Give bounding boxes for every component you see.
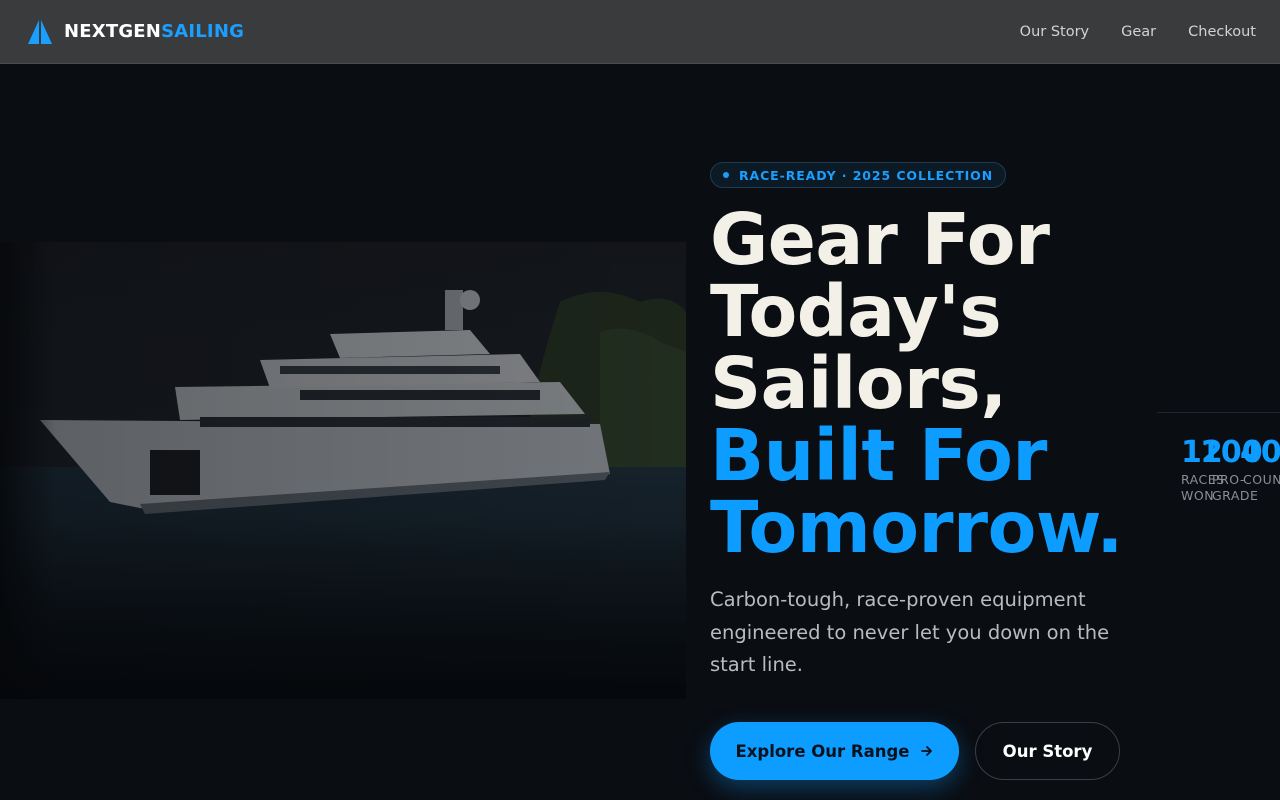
headline-line: Sailors, [710,342,1007,425]
explore-range-label: Explore Our Range [735,741,910,761]
headline-line-accent: Tomorrow. [710,486,1123,569]
stats-divider [1157,412,1280,413]
sail-logo-icon [28,19,52,44]
arrow-right-icon [920,746,932,756]
nav-link-checkout[interactable]: Checkout [1188,24,1256,40]
headline-line: Gear For [710,198,1050,281]
headline-line-accent: Built For [710,414,1047,497]
headline-line: Today's [710,270,1002,353]
hero-headline: Gear For Today's Sailors, Built For Tomo… [710,204,1150,564]
our-story-button[interactable]: Our Story [975,722,1120,780]
badge-label: RACE-READY · 2025 COLLECTION [739,167,994,183]
stat-label: COUN [1243,472,1280,487]
top-navbar: NEXTGENSAILING Our Story Gear Checkout [0,0,1280,64]
brand[interactable]: NEXTGENSAILING [28,19,245,44]
nav-link-gear[interactable]: Gear [1121,24,1156,40]
stat-number: 40 [1240,435,1280,470]
collection-badge: RACE-READY · 2025 COLLECTION [710,162,1007,188]
brand-name: NEXTGENSAILING [64,21,245,42]
stat-countries-label: COUN [1243,472,1280,488]
hero-yacht-image [0,242,686,699]
main-nav: Our Story Gear Checkout [1020,24,1256,40]
nav-link-our-story[interactable]: Our Story [1020,24,1089,40]
explore-range-button[interactable]: Explore Our Range [710,722,959,780]
stat-countries: 40 [1240,434,1280,472]
status-dot-icon [723,172,729,178]
hero-subtext: Carbon-tough, race-proven equipment engi… [710,588,1110,676]
